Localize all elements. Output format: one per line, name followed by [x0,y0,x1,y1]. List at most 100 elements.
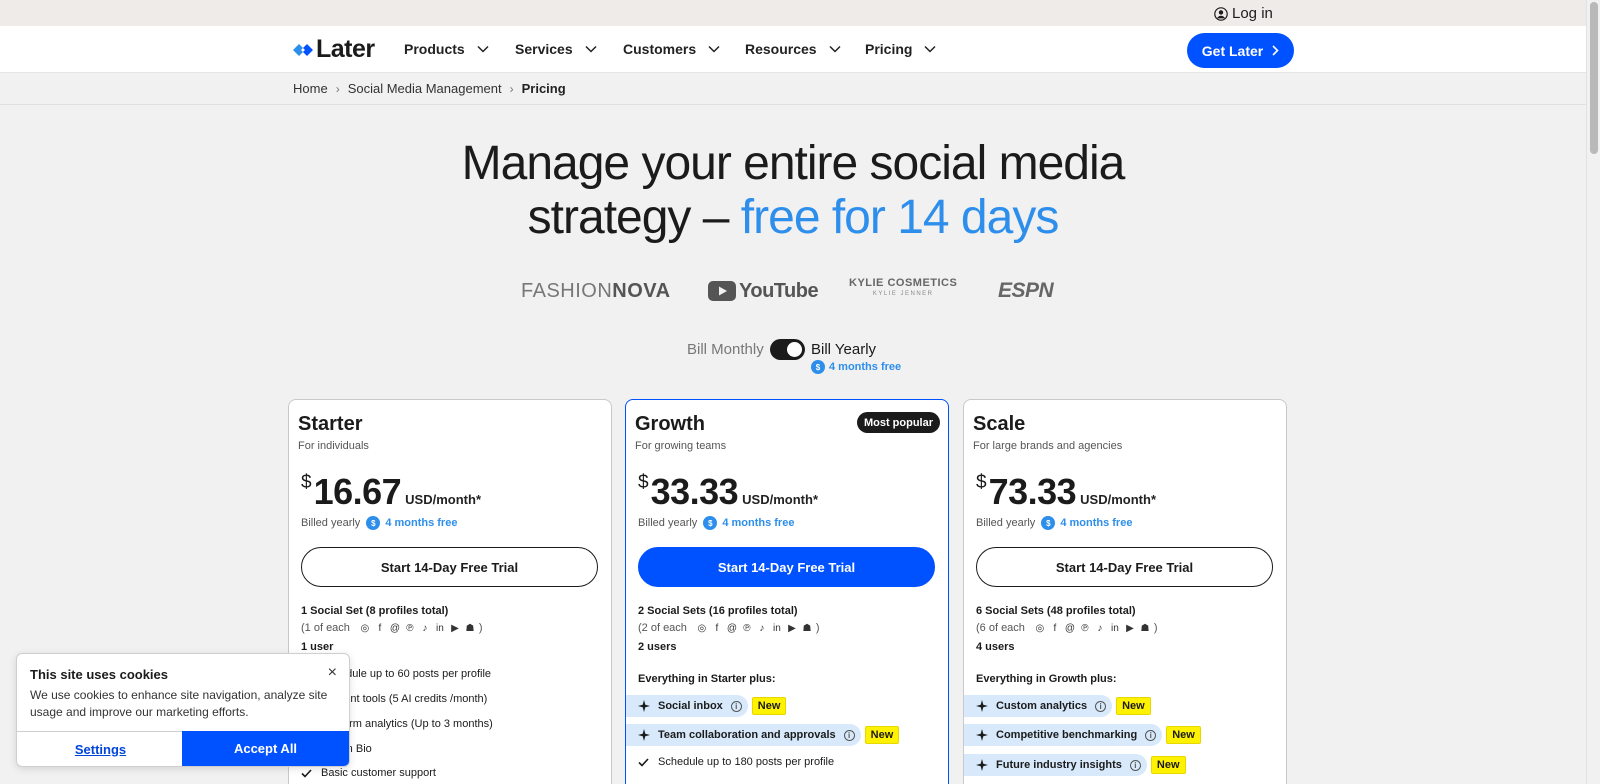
start-trial-button[interactable]: Start 14-Day Free Trial [976,547,1273,587]
highlight-label: Social inbox [658,700,723,712]
facebook-icon: f [1053,622,1057,634]
start-trial-button[interactable]: Start 14-Day Free Trial [638,547,935,587]
youtube-icon: ▶ [788,622,796,634]
highlight-feature: Team collaboration and approvals i New [626,724,900,746]
months-free-text: 4 months free [829,361,902,373]
plan-tagline: For large brands and agencies [973,440,1123,452]
plan-name: Starter [298,413,363,435]
social-icons: ◎ f @ ℗ ♪ in ▶ ☗ [359,623,476,634]
headline-highlight: free for 14 days [740,191,1060,244]
feature-item: Schedule up to 180 posts per profile [638,756,834,768]
scrollbar[interactable] [1586,0,1600,784]
cookie-banner: This site uses cookies × We use cookies … [16,653,350,767]
plan-price: $ 16.67 USD/month* [301,472,481,512]
tiktok-icon: ♪ [1097,622,1103,634]
plan-includes: Everything in Starter plus: [638,673,776,685]
linkedin-icon: in [1111,622,1119,634]
plan-price: $ 73.33 USD/month* [976,472,1156,512]
highlight-label: Future industry insights [996,759,1122,771]
billing-note: Billed yearly $4 months free [638,516,794,530]
cookie-text: We use cookies to enhance site navigatio… [30,688,328,719]
get-later-button[interactable]: Get Later [1187,33,1294,68]
pinterest-icon: ℗ [743,622,751,634]
highlight-feature: Future industry insights i New [964,754,1186,776]
months-free-note: $ 4 months free [811,360,901,374]
threads-icon: @ [1064,622,1075,634]
breadcrumb-current: Pricing [521,81,566,96]
sparkle-icon [976,759,988,771]
info-icon[interactable]: i [730,700,742,712]
fashion-nova-bold: NOVA [612,279,671,302]
breadcrumb-section[interactable]: Social Media Management [348,81,502,96]
accept-all-button[interactable]: Accept All [182,731,349,766]
highlight-feature: Custom analytics i New [964,695,1151,717]
nav-resources-label: Resources [745,41,817,57]
pinterest-icon: ℗ [1081,622,1089,634]
chevron-right-icon [1272,45,1279,56]
info-icon[interactable]: i [1129,759,1141,771]
breadcrumb-separator-icon: › [509,81,514,96]
youtube-icon: ▶ [1126,622,1134,634]
threads-icon: @ [726,622,737,634]
kylie-cosmetics-logo: KYLIE COSMETICS KYLIE JENNER [849,277,957,303]
social-icons: ◎ f @ ℗ ♪ in ▶ ☗ [696,623,813,634]
highlight-label: Competitive benchmarking [996,729,1138,741]
check-icon [638,757,649,767]
chevron-down-icon [924,45,936,53]
cookie-title: This site uses cookies [30,667,169,682]
social-profiles: (1 of each ◎ f @ ℗ ♪ in ▶ ☗ ) [301,622,483,634]
chevron-down-icon [708,45,720,53]
get-later-label: Get Later [1201,42,1264,59]
billing-note: Billed yearly $4 months free [301,516,457,530]
info-icon[interactable]: i [843,729,855,741]
close-icon[interactable]: × [328,664,337,682]
youtube-logo-text: YouTube [739,279,819,302]
nav-resources[interactable]: Resources [745,41,841,57]
billing-toggle[interactable] [770,339,805,360]
feature-label: Schedule up to 180 posts per profile [658,756,835,768]
feature-label: Basic customer support [321,767,436,779]
most-popular-badge: Most popular [856,412,940,433]
price-currency: $ [301,472,312,493]
plan-card-growth: Growth Most popular For growing teams $ … [625,399,949,784]
new-tag: New [864,726,900,744]
start-trial-button[interactable]: Start 14-Day Free Trial [301,547,598,587]
info-icon[interactable]: i [1145,729,1157,741]
highlight-feature: Competitive benchmarking i New [964,724,1201,746]
scrollbar-thumb[interactable] [1590,2,1598,154]
login-link[interactable]: Log in [1214,5,1273,22]
bill-yearly-label[interactable]: Bill Yearly [811,341,876,358]
nav-customers-label: Customers [623,41,697,57]
dollar-badge-icon: $ [703,516,718,530]
instagram-icon: ◎ [697,622,707,634]
nav-pricing[interactable]: Pricing [865,41,936,57]
highlight-label: Team collaboration and approvals [658,729,836,741]
nav-services[interactable]: Services [515,41,597,57]
kylie-sub: KYLIE JENNER [872,291,934,297]
chevron-down-icon [829,45,841,53]
later-logo[interactable]: Later [293,35,375,64]
check-icon [301,768,312,778]
fashion-nova-logo: FASHION NOVA [521,278,671,304]
social-sets: 1 Social Set (8 profiles total) [301,605,449,617]
youtube-play-icon [708,281,736,301]
login-label: Log in [1232,5,1273,22]
pinterest-icon: ℗ [406,622,414,634]
nav-products[interactable]: Products [404,41,489,57]
price-amount: 33.33 [650,471,739,512]
info-icon[interactable]: i [1095,700,1107,712]
utility-bar: Log in [0,0,1586,26]
cookie-settings-button[interactable]: Settings [17,731,184,766]
breadcrumb-home[interactable]: Home [293,81,328,96]
sparkle-icon [976,729,988,741]
dollar-badge-icon: $ [366,516,381,530]
nav-customers[interactable]: Customers [623,41,720,57]
linkedin-icon: in [436,622,444,634]
highlight-label: Custom analytics [996,700,1088,712]
snapchat-icon: ☗ [802,622,812,634]
plan-includes: Everything in Growth plus: [976,673,1117,685]
new-tag: New [751,697,787,715]
bill-monthly-label[interactable]: Bill Monthly [687,341,764,358]
price-currency: $ [638,472,649,493]
billed-text: Billed yearly [638,517,698,529]
